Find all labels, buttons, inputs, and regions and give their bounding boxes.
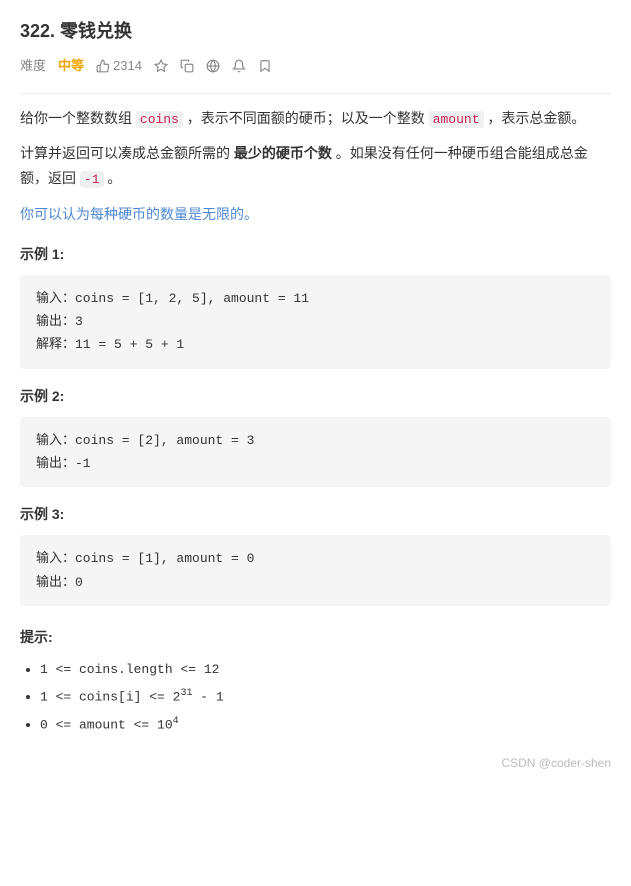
problem-title: 322. 零钱兑换 [20, 16, 611, 47]
star-icon[interactable] [154, 59, 168, 73]
description-para1: 给你一个整数数组 coins ，表示不同面额的硬币；以及一个整数 amount … [20, 106, 611, 131]
example-2-title: 示例 2: [20, 385, 611, 409]
difficulty-label: 难度 [20, 55, 46, 77]
example-3-code: 输入：coins = [1], amount = 0输出：0 [20, 535, 611, 606]
divider [20, 93, 611, 94]
example-2-code: 输入：coins = [2], amount = 3输出：-1 [20, 417, 611, 488]
bookmark-icon[interactable] [258, 59, 272, 73]
likes-icon[interactable]: 2314 [96, 55, 142, 77]
translate-icon[interactable] [206, 59, 220, 73]
example-3-title: 示例 3: [20, 503, 611, 527]
example-1-code: 输入：coins = [1, 2, 5], amount = 11输出：3解释：… [20, 275, 611, 369]
examples-container: 示例 1: 输入：coins = [1, 2, 5], amount = 11输出… [20, 243, 611, 606]
hints-title: 提示: [20, 626, 611, 650]
watermark: CSDN @coder-shen [20, 753, 611, 773]
description-para2: 计算并返回可以凑成总金额所需的 最少的硬币个数 。如果没有任何一种硬币组合能组成… [20, 141, 611, 192]
hint-item-1: 1 <= coins.length <= 12 [40, 658, 611, 681]
hints-list: 1 <= coins.length <= 12 1 <= coins[i] <= … [20, 658, 611, 737]
description-para3: 你可以认为每种硬币的数量是无限的。 [20, 202, 611, 227]
hint-item-3: 0 <= amount <= 104 [40, 713, 611, 737]
likes-count: 2314 [113, 55, 142, 77]
share-icon[interactable] [180, 59, 194, 73]
meta-row: 难度 中等 2314 [20, 55, 611, 77]
difficulty-value: 中等 [58, 55, 84, 77]
bell-icon[interactable] [232, 59, 246, 73]
example-1-title: 示例 1: [20, 243, 611, 267]
hint-item-2: 1 <= coins[i] <= 231 - 1 [40, 685, 611, 709]
